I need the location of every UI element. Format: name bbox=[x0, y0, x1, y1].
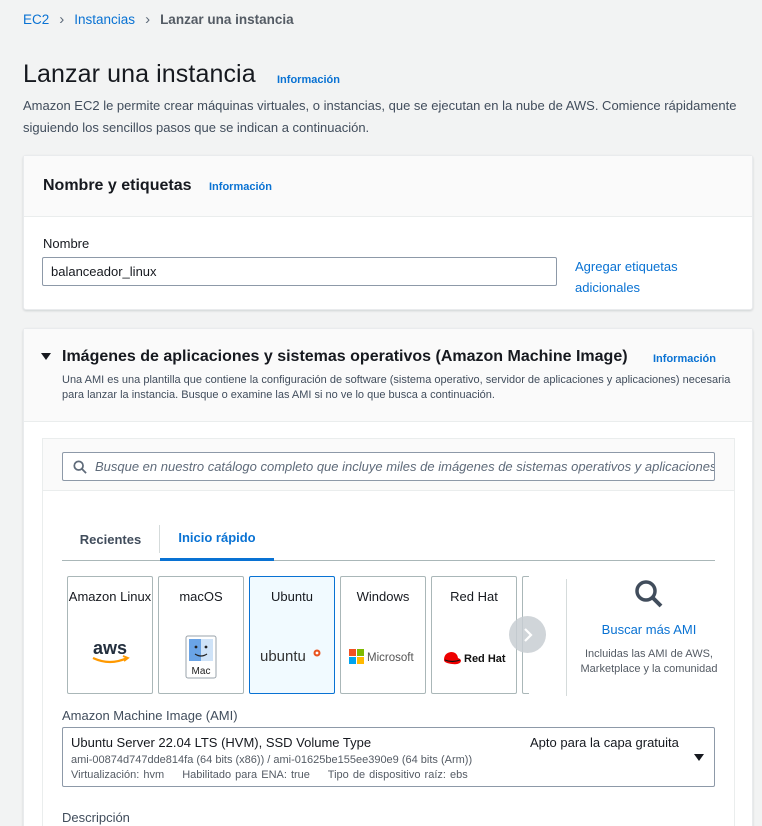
page-description: Amazon EC2 le permite crear máquinas vir… bbox=[23, 98, 737, 135]
ami-browser: Busque en nuestro catálogo completo que … bbox=[42, 438, 735, 826]
microsoft-logo-icon: Microsoft bbox=[341, 648, 425, 666]
browse-more-description: Incluidas las AMI de AWS, Marketplace y … bbox=[580, 648, 718, 675]
tile-name: Red Hat bbox=[450, 589, 498, 604]
ubuntu-logo-icon: ubuntu bbox=[250, 645, 334, 667]
ami-ids: ami-00874d747dde814fa (64 bits (x86)) / … bbox=[71, 754, 473, 766]
ami-root-device: Tipo de dispositivo raíz: ebs bbox=[327, 769, 468, 781]
ami-select-label: Amazon Machine Image (AMI) bbox=[62, 708, 238, 723]
tile-red-hat[interactable]: Red Hat Red Hat bbox=[431, 576, 517, 694]
ami-panel: Imágenes de aplicaciones y sistemas oper… bbox=[23, 328, 753, 826]
tab-inicio-rapido[interactable]: Inicio rápido bbox=[160, 517, 274, 561]
ami-select[interactable]: Ubuntu Server 22.04 LTS (HVM), SSD Volum… bbox=[62, 727, 715, 787]
tile-ubuntu[interactable]: Ubuntu ubuntu bbox=[249, 576, 335, 694]
name-tags-panel: Nombre y etiquetas Información Nombre ba… bbox=[23, 155, 753, 310]
page-title: Lanzar una instancia bbox=[23, 60, 256, 88]
browse-more-amis[interactable]: Buscar más AMI Incluidas las AMI de AWS,… bbox=[578, 579, 720, 677]
tiles-divider bbox=[566, 579, 567, 696]
ami-description: Una AMI es una plantilla que contiene la… bbox=[62, 374, 731, 401]
browse-more-title[interactable]: Buscar más AMI bbox=[578, 622, 720, 637]
chevron-right-icon bbox=[523, 627, 533, 642]
ami-virtualization: Virtualización: hvm bbox=[71, 769, 165, 781]
breadcrumb: EC2 › Instancias › Lanzar una instancia bbox=[23, 11, 294, 28]
name-tags-header: Nombre y etiquetas Información bbox=[24, 156, 752, 217]
caret-down-icon[interactable] bbox=[41, 353, 51, 360]
tab-recientes[interactable]: Recientes bbox=[62, 525, 160, 553]
svg-text:ubuntu: ubuntu bbox=[260, 648, 306, 665]
caret-down-icon bbox=[694, 754, 704, 761]
search-icon bbox=[635, 580, 663, 608]
svg-text:Mac: Mac bbox=[192, 666, 211, 677]
ami-search-input[interactable]: Busque en nuestro catálogo completo que … bbox=[62, 452, 715, 481]
redhat-logo-icon: Red Hat bbox=[432, 649, 516, 667]
breadcrumb-instancias[interactable]: Instancias bbox=[74, 12, 135, 27]
page-info-link[interactable]: Información bbox=[277, 74, 340, 86]
tiles-scroll-right-button[interactable] bbox=[509, 616, 546, 653]
ami-info-link[interactable]: Información bbox=[653, 353, 716, 365]
tile-name: S bbox=[523, 586, 529, 607]
tile-name: macOS bbox=[179, 589, 223, 604]
aws-logo-icon: aws bbox=[68, 637, 152, 667]
breadcrumb-current: Lanzar una instancia bbox=[160, 12, 294, 27]
mac-finder-icon: Mac bbox=[159, 635, 243, 679]
name-tags-info-link[interactable]: Información bbox=[209, 181, 272, 193]
name-input[interactable]: balanceador_linux bbox=[42, 257, 557, 286]
ami-header: Imágenes de aplicaciones y sistemas oper… bbox=[24, 329, 752, 422]
svg-text:Microsoft: Microsoft bbox=[367, 652, 414, 664]
ami-search-bar: Busque en nuestro catálogo completo que … bbox=[43, 439, 734, 491]
name-tags-title: Nombre y etiquetas bbox=[43, 177, 192, 194]
quickstart-tiles: Amazon Linux aws macOS Mac Ubuntu ubuntu… bbox=[67, 576, 529, 694]
tile-name: Ubuntu bbox=[271, 589, 313, 604]
chevron-right-icon: › bbox=[59, 11, 65, 28]
search-placeholder: Busque en nuestro catálogo completo que … bbox=[94, 459, 714, 474]
tile-amazon-linux[interactable]: Amazon Linux aws bbox=[67, 576, 153, 694]
free-tier-badge: Apto para la capa gratuita bbox=[530, 735, 679, 750]
ami-select-name: Ubuntu Server 22.04 LTS (HVM), SSD Volum… bbox=[71, 735, 372, 750]
ami-tabs: Recientes Inicio rápido bbox=[62, 517, 715, 561]
tile-name: Amazon Linux bbox=[68, 589, 152, 604]
tile-name: Windows bbox=[356, 589, 410, 604]
add-tags-link[interactable]: Agregar etiquetas adicionales bbox=[575, 256, 715, 298]
breadcrumb-ec2[interactable]: EC2 bbox=[23, 12, 49, 27]
tile-macos[interactable]: macOS Mac bbox=[158, 576, 244, 694]
tile-windows[interactable]: Windows Microsoft bbox=[340, 576, 426, 694]
name-label: Nombre bbox=[43, 236, 90, 251]
ami-ena: Habilitado para ENA: true bbox=[182, 769, 310, 781]
ami-section-title[interactable]: Imágenes de aplicaciones y sistemas oper… bbox=[62, 348, 628, 366]
svg-text:aws: aws bbox=[93, 638, 127, 658]
description-label: Descripción bbox=[62, 810, 130, 825]
svg-text:Red Hat: Red Hat bbox=[464, 653, 506, 665]
ami-meta: Virtualización: hvm Habilitado para ENA:… bbox=[71, 769, 482, 781]
chevron-right-icon: › bbox=[145, 11, 151, 28]
search-icon bbox=[73, 459, 87, 474]
